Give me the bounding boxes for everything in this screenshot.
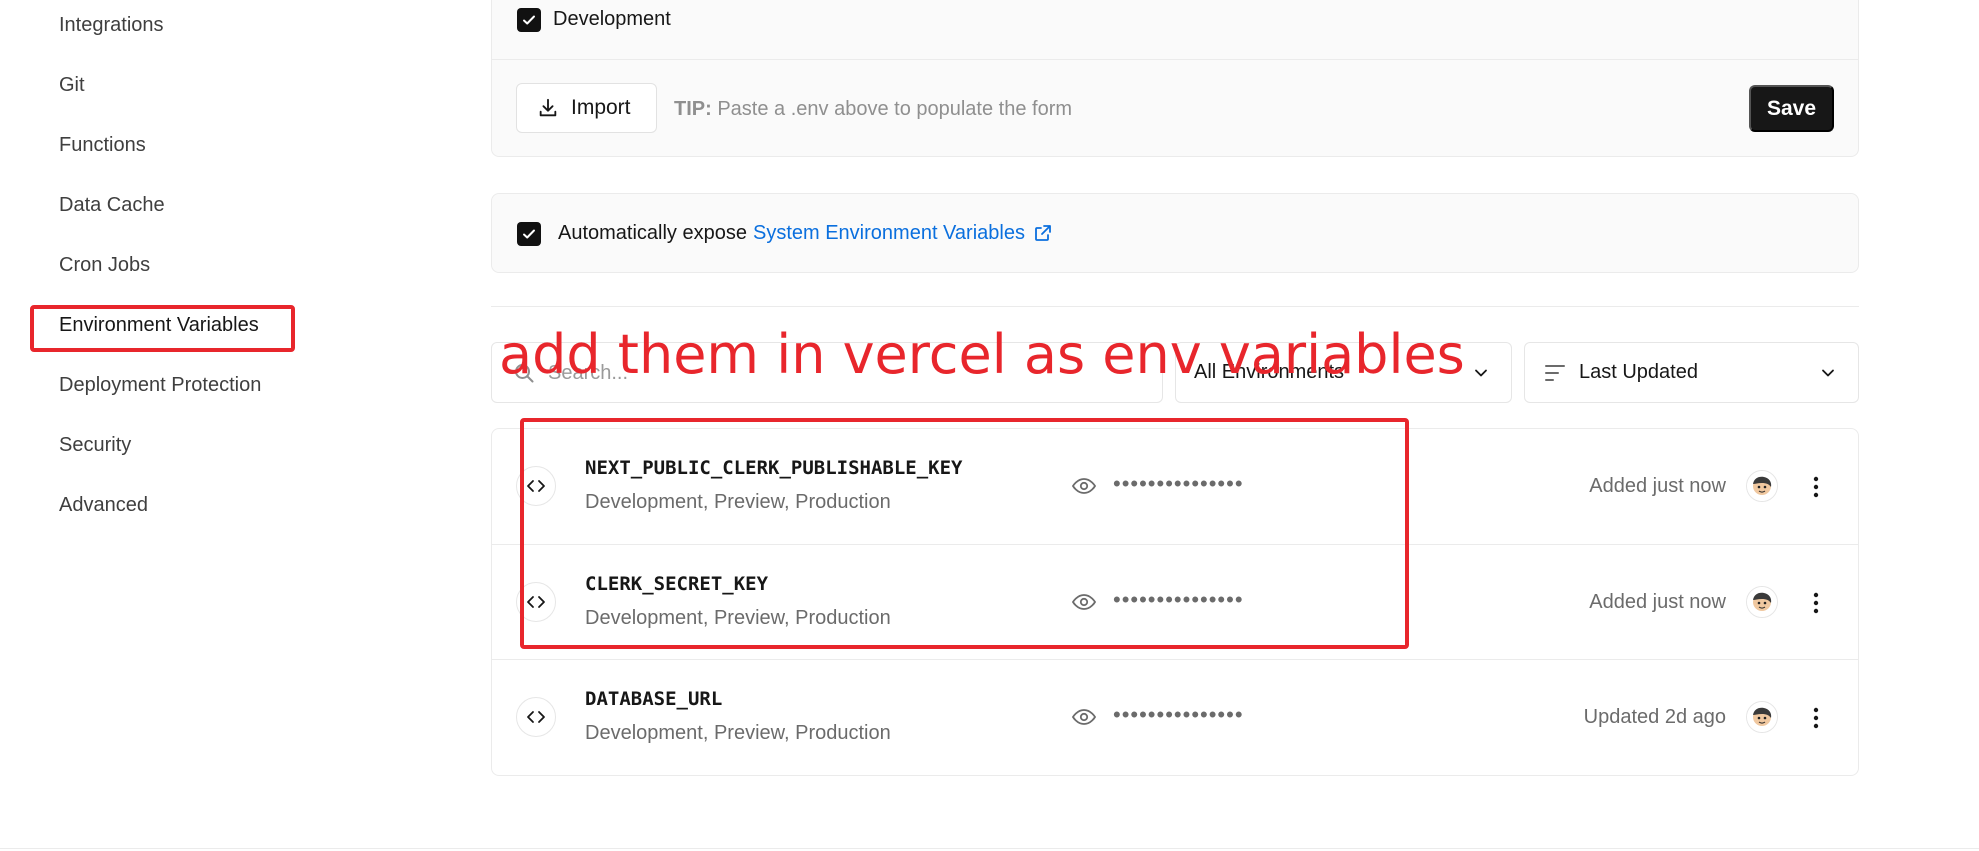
- env-variable-row[interactable]: NEXT_PUBLIC_CLERK_PUBLISHABLE_KEY Develo…: [492, 429, 1858, 544]
- env-variable-status: Added just now: [1589, 591, 1726, 613]
- sidebar-item-integrations[interactable]: Integrations: [59, 12, 164, 38]
- form-divider: [492, 59, 1858, 60]
- chevron-down-icon: [1475, 369, 1487, 377]
- env-variable-environments: Development, Preview, Production: [585, 607, 891, 629]
- download-icon: [539, 98, 557, 117]
- sidebar-item-git[interactable]: Git: [59, 72, 85, 98]
- masked-value: •••••••••••••••: [1113, 587, 1244, 612]
- code-icon: [516, 697, 556, 737]
- env-variable-name: DATABASE_URL: [585, 688, 723, 710]
- tip-prefix: TIP:: [674, 98, 712, 120]
- settings-sidebar: Integrations Git Functions Data Cache Cr…: [0, 0, 380, 851]
- env-variable-environments: Development, Preview, Production: [585, 722, 891, 744]
- code-icon: [516, 466, 556, 506]
- annotation-text: add them in vercel as env variables: [499, 323, 1465, 386]
- more-options-icon[interactable]: [1802, 589, 1830, 617]
- code-icon: [516, 582, 556, 622]
- eye-icon[interactable]: [1071, 591, 1097, 613]
- sidebar-item-functions[interactable]: Functions: [59, 132, 146, 158]
- system-env-vars-link[interactable]: System Environment Variables: [753, 220, 1053, 246]
- sort-lines-icon: [1545, 365, 1565, 381]
- sort-select[interactable]: Last Updated: [1524, 342, 1859, 403]
- expose-system-vars-card: Automatically expose System Environment …: [491, 193, 1859, 273]
- env-variable-row[interactable]: CLERK_SECRET_KEY Development, Preview, P…: [492, 544, 1858, 659]
- section-divider: [491, 306, 1859, 307]
- masked-value: •••••••••••••••: [1113, 702, 1244, 727]
- check-icon: [523, 15, 535, 25]
- expose-system-vars-checkbox[interactable]: [517, 222, 541, 246]
- more-options-icon[interactable]: [1802, 704, 1830, 732]
- avatar: [1746, 586, 1778, 618]
- sidebar-item-data-cache[interactable]: Data Cache: [59, 192, 165, 218]
- avatar: [1746, 701, 1778, 733]
- footer-divider: [0, 848, 1979, 849]
- env-variable-status: Added just now: [1589, 475, 1726, 497]
- chevron-down-icon: [1822, 369, 1834, 377]
- development-checkbox[interactable]: [517, 8, 541, 32]
- import-button-label: Import: [571, 96, 631, 119]
- sidebar-item-security[interactable]: Security: [59, 432, 131, 458]
- import-button[interactable]: Import: [516, 83, 657, 133]
- env-variable-row[interactable]: DATABASE_URL Development, Preview, Produ…: [492, 659, 1858, 774]
- expose-text: Automatically expose: [558, 222, 747, 244]
- tip-text: Paste a .env above to populate the form: [717, 98, 1073, 120]
- eye-icon[interactable]: [1071, 475, 1097, 497]
- main-content: Development Import TIP: Paste a .env abo…: [491, 0, 1859, 851]
- import-tip: TIP: Paste a .env above to populate the …: [674, 96, 1072, 122]
- env-variable-status: Updated 2d ago: [1583, 706, 1726, 728]
- avatar: [1746, 470, 1778, 502]
- sort-select-value: Last Updated: [1579, 361, 1698, 383]
- eye-icon[interactable]: [1071, 706, 1097, 728]
- sidebar-item-cron-jobs[interactable]: Cron Jobs: [59, 252, 150, 278]
- expose-system-vars-label: Automatically expose System Environment …: [558, 220, 1053, 246]
- save-button[interactable]: Save: [1749, 85, 1834, 132]
- sidebar-item-advanced[interactable]: Advanced: [59, 492, 148, 518]
- sidebar-item-deployment-protection[interactable]: Deployment Protection: [59, 372, 261, 398]
- masked-value: •••••••••••••••: [1113, 471, 1244, 496]
- check-icon: [523, 229, 535, 239]
- env-variable-name: CLERK_SECRET_KEY: [585, 573, 769, 595]
- external-link-icon: [1035, 225, 1051, 241]
- env-variable-name: NEXT_PUBLIC_CLERK_PUBLISHABLE_KEY: [585, 457, 963, 479]
- add-variable-form: Development Import TIP: Paste a .env abo…: [491, 0, 1859, 157]
- more-options-icon[interactable]: [1802, 473, 1830, 501]
- env-variable-environments: Development, Preview, Production: [585, 491, 891, 513]
- env-variables-list: NEXT_PUBLIC_CLERK_PUBLISHABLE_KEY Develo…: [491, 428, 1859, 776]
- annotation-highlight-sidebar: [30, 305, 295, 352]
- development-checkbox-label: Development: [553, 8, 671, 30]
- system-env-vars-link-text: System Environment Variables: [752, 222, 1025, 244]
